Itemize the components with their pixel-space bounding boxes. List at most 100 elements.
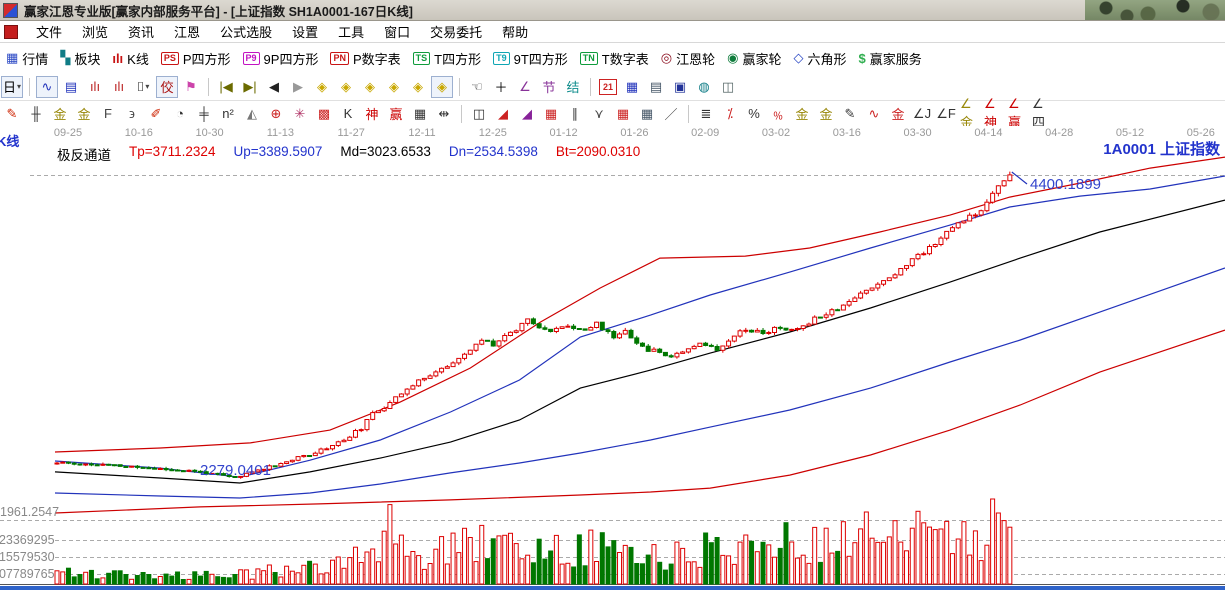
draw-win-tool-icon[interactable]: 赢 — [385, 103, 407, 125]
nav-crosshair-icon[interactable]: ＋ — [490, 76, 512, 98]
draw-percent-line-icon[interactable]: ⁒ — [719, 103, 741, 125]
draw-angle-j-icon[interactable]: ∠J — [911, 103, 933, 125]
draw-bow-tool-icon[interactable]: ϶ — [121, 103, 143, 125]
draw-percent-level-icon[interactable]: ﹪ — [767, 103, 789, 125]
nav-shift-left-icon[interactable]: ◈ — [311, 76, 333, 98]
draw-shen-tool-icon[interactable]: 神 — [361, 103, 383, 125]
draw-price-grid-icon[interactable]: ▦ — [636, 103, 658, 125]
nav-gann-tool-icon[interactable]: 佼 — [156, 76, 178, 98]
draw-gold-level-icon[interactable]: 金 — [815, 103, 837, 125]
draw-grid-box-icon[interactable]: ▩ — [313, 103, 335, 125]
toolbar-button-t-table[interactable]: TNT数字表 — [580, 49, 649, 68]
menu-item-设置[interactable]: 设置 — [282, 22, 328, 41]
draw-gold-box-red-icon[interactable]: 金 — [887, 103, 909, 125]
chart-area[interactable]: 09-2510-1610-3011-1311-2712-1112-2501-12… — [0, 126, 1225, 586]
nav-trend-angle-icon[interactable]: ∠ — [514, 76, 536, 98]
draw-ruler-2-icon[interactable]: ╪ — [193, 103, 215, 125]
toolbar-button-hexagon[interactable]: ◇六角形 — [793, 49, 846, 68]
nav-structure-tool-icon[interactable]: 结 — [562, 76, 584, 98]
draw-angle-four-icon[interactable]: ∠四 — [1031, 103, 1053, 125]
nav-f10-info-icon[interactable]: ▤ — [60, 76, 82, 98]
toolbar-button-9p-square[interactable]: P99P四方形 — [243, 49, 319, 68]
toolbar-button-kline[interactable]: ılıK线 — [112, 49, 149, 68]
draw-mirror-angle-icon[interactable]: ◭ — [241, 103, 263, 125]
draw-percent-icon[interactable]: % — [743, 103, 765, 125]
title-bar[interactable]: 赢家江恩专业版[赢家内部服务平台] - [上证指数 SH1A0001-167日K… — [0, 0, 1225, 21]
draw-gann-box-fan-icon[interactable]: ▦ — [540, 103, 562, 125]
nav-next-bar-icon[interactable]: ▶ — [287, 76, 309, 98]
menu-item-窗口[interactable]: 窗口 — [374, 22, 420, 41]
menu-item-文件[interactable]: 文件 — [26, 22, 72, 41]
nav-save-icon[interactable]: ▣ — [669, 76, 691, 98]
nav-zoom-horiz-icon[interactable]: ◈ — [359, 76, 381, 98]
nav-intraday-chart-icon[interactable]: ∿ — [36, 76, 58, 98]
menu-item-工具[interactable]: 工具 — [328, 22, 374, 41]
toolbar-button-t-square[interactable]: TST四方形 — [413, 49, 481, 68]
draw-parallel-lines-icon[interactable]: ／ — [660, 103, 682, 125]
nav-fit-all-icon[interactable]: ◈ — [431, 76, 453, 98]
menu-item-江恩[interactable]: 江恩 — [164, 22, 210, 41]
toolbar-button-gann-wheel[interactable]: ◎江恩轮 — [661, 49, 715, 68]
draw-angle-shen-icon[interactable]: ∠神 — [983, 103, 1005, 125]
menu-item-浏览[interactable]: 浏览 — [72, 22, 118, 41]
nav-candles-3-icon[interactable]: ılı — [84, 76, 106, 98]
nav-period-daily-icon[interactable]: 日▾ — [1, 76, 23, 98]
draw-gann-fan-purple-icon[interactable]: ◢ — [516, 103, 538, 125]
draw-pencil-black-icon[interactable]: ✎ — [839, 103, 861, 125]
menu-item-交易委托[interactable]: 交易委托 — [420, 22, 492, 41]
draw-box-measure-icon[interactable]: ◫ — [468, 103, 490, 125]
draw-angle-f-icon[interactable]: ∠F — [935, 103, 957, 125]
draw-grid-plain-icon[interactable]: ▦ — [409, 103, 431, 125]
draw-fan-lines-icon[interactable]: ∥ — [564, 103, 586, 125]
toolbar-button-p-table[interactable]: PNP数字表 — [330, 49, 400, 68]
toolbar-button-winner-wheel[interactable]: ◉赢家轮 — [727, 49, 781, 68]
nav-expand-icon[interactable]: ◈ — [407, 76, 429, 98]
draw-target-cross-icon[interactable]: ⊕ — [265, 103, 287, 125]
pane-label[interactable]: K线 — [0, 131, 19, 150]
nav-compress-icon[interactable]: ◈ — [383, 76, 405, 98]
draw-wave-red-icon[interactable]: ∿ — [863, 103, 885, 125]
nav-shift-right-icon[interactable]: ◈ — [335, 76, 357, 98]
toolbar-button-quotes[interactable]: ▦行情 — [6, 49, 48, 68]
toolbar-button-p-square[interactable]: PSP四方形 — [161, 49, 231, 68]
draw-scale-chart-icon[interactable]: ≣ — [695, 103, 717, 125]
nav-rhythm-tool-icon[interactable]: 节 — [538, 76, 560, 98]
nav-candle-style-icon[interactable]: ⌷▾ — [132, 76, 154, 98]
draw-n-squared-icon[interactable]: n² — [217, 103, 239, 125]
draw-brush-red-icon[interactable]: ✐ — [145, 103, 167, 125]
menu-item-帮助[interactable]: 帮助 — [492, 22, 538, 41]
draw-f-ruler-icon[interactable]: F — [97, 103, 119, 125]
nav-candles-9-icon[interactable]: ılı — [108, 76, 130, 98]
toolbar-button-winner-service[interactable]: $赢家服务 — [858, 49, 921, 68]
toolbar-button-9t-square[interactable]: T99T四方形 — [493, 49, 568, 68]
child-window-icon[interactable] — [4, 25, 18, 39]
draw-angle-gold-icon[interactable]: ∠金 — [959, 103, 981, 125]
nav-calendar-icon[interactable]: 21 — [599, 79, 617, 95]
toolbar-button-sectors[interactable]: ▚板块 — [60, 49, 100, 68]
draw-price-grid-red-icon[interactable]: ▦ — [612, 103, 634, 125]
draw-star-burst-icon[interactable]: ✳ — [289, 103, 311, 125]
draw-pencil-red-icon[interactable]: ✎ — [1, 103, 23, 125]
nav-first-bar-icon[interactable]: |◀ — [215, 76, 237, 98]
draw-h-measure-icon[interactable]: ⇹ — [433, 103, 455, 125]
kline-chart[interactable] — [0, 126, 1225, 586]
draw-gold-circle-icon[interactable]: 金 — [791, 103, 813, 125]
draw-angle-win-icon[interactable]: ∠赢 — [1007, 103, 1029, 125]
nav-web-sync-icon[interactable]: ◍ — [693, 76, 715, 98]
draw-k-mark-icon[interactable]: Κ — [337, 103, 359, 125]
draw-gold-ruler-2-icon[interactable]: 金 — [73, 103, 95, 125]
menu-item-公式选股[interactable]: 公式选股 — [210, 22, 282, 41]
nav-last-bar-icon[interactable]: ▶| — [239, 76, 261, 98]
nav-flag-chart-icon[interactable]: ⚑ — [180, 76, 202, 98]
nav-prev-bar-icon[interactable]: ◀ — [263, 76, 285, 98]
draw-v-marks-icon[interactable]: ⋎ — [588, 103, 610, 125]
draw-gann-fan-red-icon[interactable]: ◢ — [492, 103, 514, 125]
nav-print-icon[interactable]: ◫ — [717, 76, 739, 98]
nav-hand-drag-icon[interactable]: ☜ — [466, 76, 488, 98]
draw-cycle-circle-icon[interactable]: ◔ — [169, 103, 191, 125]
draw-ruler-1-icon[interactable]: ╫ — [25, 103, 47, 125]
draw-gold-ruler-1-icon[interactable]: 金 — [49, 103, 71, 125]
nav-notes-icon[interactable]: ▤ — [645, 76, 667, 98]
menu-item-资讯[interactable]: 资讯 — [118, 22, 164, 41]
nav-calculator-icon[interactable]: ▦ — [621, 76, 643, 98]
